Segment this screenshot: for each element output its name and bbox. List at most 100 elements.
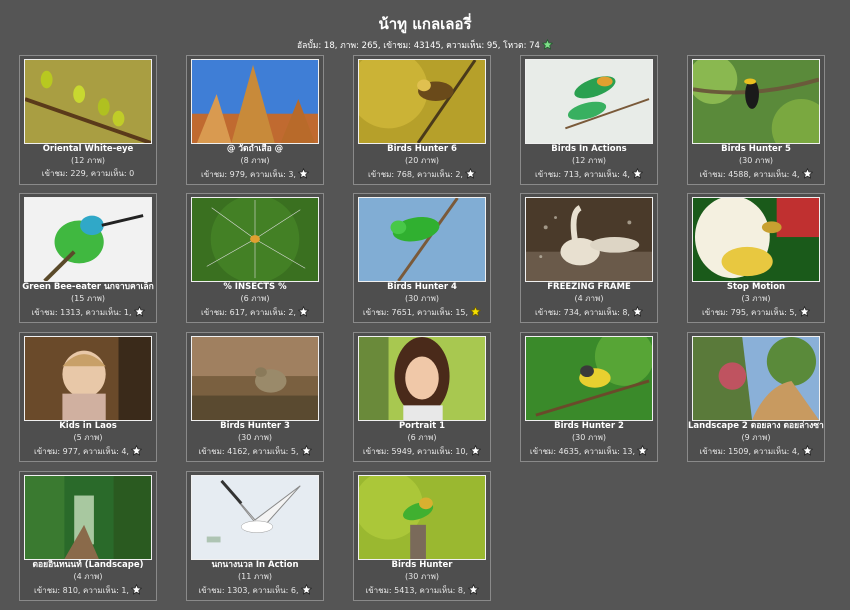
- album-thumbnail[interactable]: [692, 336, 820, 421]
- album-stats: เข้าชม: 713, ความเห็น: 4,: [521, 168, 657, 181]
- album-photo-count: (5 ภาพ): [73, 433, 103, 442]
- gallery-summary: อัลบั้ม: 18, ภาพ: 265, เข้าชม: 43145, คว…: [0, 39, 850, 52]
- white-star-icon[interactable]: [637, 445, 649, 456]
- album-card[interactable]: Green Bee-eater นกจาบคาเล็ก (15 ภาพ) เข้…: [19, 193, 157, 323]
- album-stats: เข้าชม: 4588, ความเห็น: 4,: [688, 168, 824, 181]
- album-stats-text: เข้าชม: 4162, ความเห็น: 5,: [198, 447, 299, 456]
- album-stats: เข้าชม: 977, ความเห็น: 4,: [20, 445, 156, 458]
- white-star-icon[interactable]: [631, 306, 643, 317]
- album-thumbnail[interactable]: [191, 336, 319, 421]
- white-star-icon[interactable]: [297, 306, 309, 317]
- album-card[interactable]: @ วัดถ้ำเสือ @ (8 ภาพ) เข้าชม: 979, ความ…: [186, 55, 324, 185]
- white-star-icon[interactable]: [130, 584, 142, 595]
- album-card[interactable]: % INSECTS % (6 ภาพ) เข้าชม: 617, ความเห็…: [186, 193, 324, 323]
- album-card[interactable]: นกนางนวล In Action (11 ภาพ) เข้าชม: 1303…: [186, 471, 324, 601]
- album-thumbnail[interactable]: [525, 336, 653, 421]
- album-name[interactable]: Birds Hunter 6: [354, 144, 490, 155]
- album-name[interactable]: Birds Hunter 2: [521, 421, 657, 432]
- album-thumbnail[interactable]: [358, 475, 486, 560]
- album-card[interactable]: Birds Hunter 3 (30 ภาพ) เข้าชม: 4162, คว…: [186, 332, 324, 462]
- album-photo-count: (12 ภาพ): [70, 156, 105, 165]
- white-star-icon[interactable]: [467, 584, 479, 595]
- album-thumbnail[interactable]: [24, 197, 152, 282]
- album-card[interactable]: Kids in Laos (5 ภาพ) เข้าชม: 977, ความเห…: [19, 332, 157, 462]
- album-name[interactable]: Stop Motion: [688, 282, 824, 293]
- album-photo-count: (3 ภาพ): [741, 294, 771, 303]
- album-stats: เข้าชม: 1313, ความเห็น: 1,: [20, 306, 156, 319]
- album-photo-count: (30 ภาพ): [404, 294, 439, 303]
- album-thumbnail[interactable]: [358, 197, 486, 282]
- white-star-icon[interactable]: [631, 168, 643, 179]
- album-card[interactable]: ดอยอินทนนท์ (Landscape) (4 ภาพ) เข้าชม: …: [19, 471, 157, 601]
- album-photo-count: (30 ภาพ): [404, 572, 439, 581]
- album-card[interactable]: Birds Hunter 5 (30 ภาพ) เข้าชม: 4588, คว…: [687, 55, 825, 185]
- album-card[interactable]: Oriental White-eye (12 ภาพ) เข้าชม: 229,…: [19, 55, 157, 185]
- album-thumbnail[interactable]: [692, 59, 820, 144]
- album-thumbnail[interactable]: [358, 336, 486, 421]
- album-thumbnail[interactable]: [24, 59, 152, 144]
- album-stats-text: เข้าชม: 4635, ความเห็น: 13,: [529, 447, 636, 456]
- album-card[interactable]: Birds Hunter (30 ภาพ) เข้าชม: 5413, ความ…: [353, 471, 491, 601]
- album-stats: เข้าชม: 5949, ความเห็น: 10,: [354, 445, 490, 458]
- album-name[interactable]: Landscape 2 ดอยลาง ดอยล่างซาง: [688, 421, 824, 432]
- album-card[interactable]: Birds Hunter 6 (20 ภาพ) เข้าชม: 768, ควา…: [353, 55, 491, 185]
- album-card[interactable]: FREEZING FRAME (4 ภาพ) เข้าชม: 734, ความ…: [520, 193, 658, 323]
- album-name[interactable]: Kids in Laos: [20, 421, 156, 432]
- album-card[interactable]: Portrait 1 (6 ภาพ) เข้าชม: 5949, ความเห็…: [353, 332, 491, 462]
- white-star-icon[interactable]: [130, 445, 142, 456]
- album-photo-count: (4 ภาพ): [574, 294, 604, 303]
- album-photo-count: (11 ภาพ): [237, 572, 272, 581]
- album-stats-text: เข้าชม: 5949, ความเห็น: 10,: [362, 447, 469, 456]
- album-name[interactable]: % INSECTS %: [187, 282, 323, 293]
- album-stats: เข้าชม: 7651, ความเห็น: 15,: [354, 306, 490, 319]
- album-card[interactable]: Birds Hunter 2 (30 ภาพ) เข้าชม: 4635, คว…: [520, 332, 658, 462]
- album-name[interactable]: Green Bee-eater นกจาบคาเล็ก: [20, 282, 156, 293]
- white-star-icon[interactable]: [300, 445, 312, 456]
- album-thumbnail[interactable]: [191, 59, 319, 144]
- white-star-icon[interactable]: [798, 306, 810, 317]
- album-photo-count: (30 ภาพ): [571, 433, 606, 442]
- album-thumbnail[interactable]: [525, 197, 653, 282]
- gallery-summary-text: อัลบั้ม: 18, ภาพ: 265, เข้าชม: 43145, คว…: [297, 41, 540, 51]
- album-stats-text: เข้าชม: 734, ความเห็น: 8,: [535, 308, 630, 317]
- white-star-icon[interactable]: [297, 168, 309, 179]
- album-name[interactable]: Birds In Actions: [521, 144, 657, 155]
- album-name[interactable]: Portrait 1: [354, 421, 490, 432]
- album-stats: เข้าชม: 617, ความเห็น: 2,: [187, 306, 323, 319]
- album-stats-text: เข้าชม: 7651, ความเห็น: 15,: [362, 308, 469, 317]
- album-stats-text: เข้าชม: 1303, ความเห็น: 6,: [198, 586, 299, 595]
- album-stats-text: เข้าชม: 768, ความเห็น: 2,: [368, 170, 463, 179]
- yellow-star-icon[interactable]: [470, 306, 482, 317]
- album-name[interactable]: Birds Hunter: [354, 560, 490, 571]
- white-star-icon[interactable]: [801, 445, 813, 456]
- album-name[interactable]: ดอยอินทนนท์ (Landscape): [20, 560, 156, 571]
- album-thumbnail[interactable]: [24, 475, 152, 560]
- album-thumbnail[interactable]: [191, 197, 319, 282]
- album-thumbnail[interactable]: [692, 197, 820, 282]
- album-thumbnail[interactable]: [191, 475, 319, 560]
- album-card[interactable]: Landscape 2 ดอยลาง ดอยล่างซาง (9 ภาพ) เข…: [687, 332, 825, 462]
- white-star-icon[interactable]: [300, 584, 312, 595]
- album-name[interactable]: Oriental White-eye: [20, 144, 156, 155]
- album-name[interactable]: Birds Hunter 4: [354, 282, 490, 293]
- white-star-icon[interactable]: [801, 168, 813, 179]
- green-star-icon[interactable]: [541, 39, 553, 50]
- album-thumbnail[interactable]: [24, 336, 152, 421]
- album-photo-count: (12 ภาพ): [571, 156, 606, 165]
- album-name[interactable]: FREEZING FRAME: [521, 282, 657, 293]
- album-name[interactable]: Birds Hunter 5: [688, 144, 824, 155]
- album-stats-text: เข้าชม: 5413, ความเห็น: 8,: [365, 586, 466, 595]
- album-card[interactable]: Birds In Actions (12 ภาพ) เข้าชม: 713, ค…: [520, 55, 658, 185]
- album-name[interactable]: นกนางนวล In Action: [187, 560, 323, 571]
- white-star-icon[interactable]: [133, 306, 145, 317]
- album-stats: เข้าชม: 1303, ความเห็น: 6,: [187, 584, 323, 597]
- album-photo-count: (4 ภาพ): [73, 572, 103, 581]
- white-star-icon[interactable]: [470, 445, 482, 456]
- album-name[interactable]: Birds Hunter 3: [187, 421, 323, 432]
- album-card[interactable]: Stop Motion (3 ภาพ) เข้าชม: 795, ความเห็…: [687, 193, 825, 323]
- album-thumbnail[interactable]: [358, 59, 486, 144]
- album-thumbnail[interactable]: [525, 59, 653, 144]
- album-card[interactable]: Birds Hunter 4 (30 ภาพ) เข้าชม: 7651, คว…: [353, 193, 491, 323]
- album-name[interactable]: @ วัดถ้ำเสือ @: [187, 144, 323, 155]
- white-star-icon[interactable]: [464, 168, 476, 179]
